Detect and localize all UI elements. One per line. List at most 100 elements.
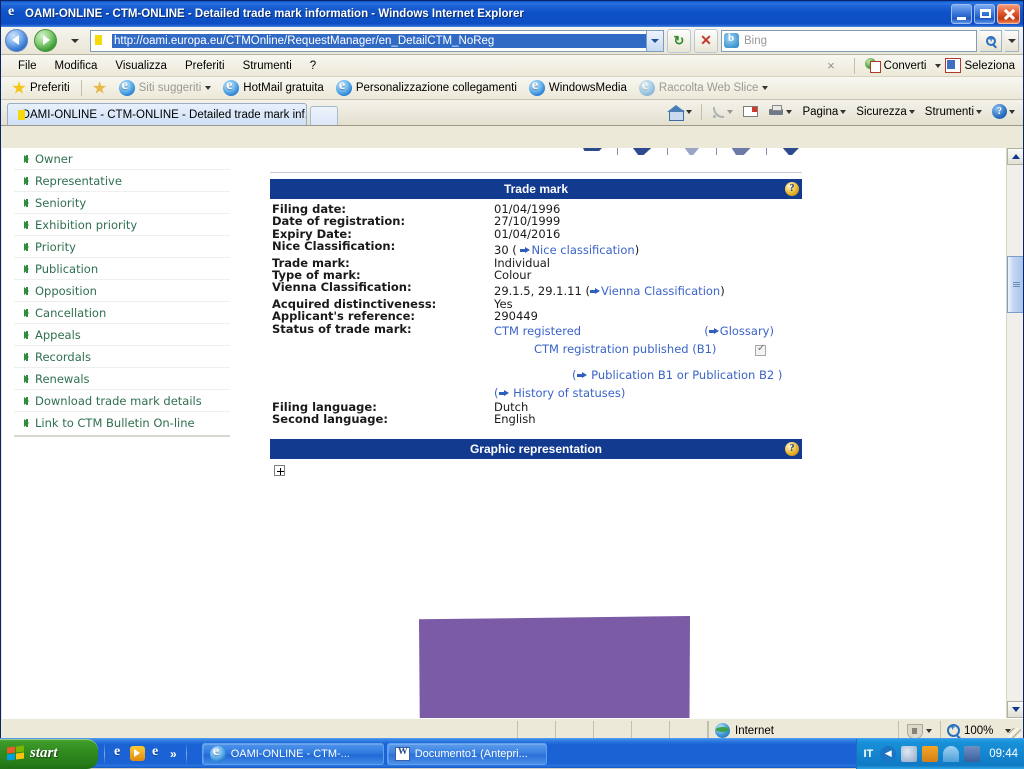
nav-arrow-icon[interactable] (632, 148, 654, 155)
stop-button[interactable]: ✕ (694, 29, 718, 53)
chevron-down-icon[interactable] (686, 110, 692, 114)
home-button[interactable] (664, 103, 696, 121)
sidebar-item-renewals[interactable]: Renewals (14, 368, 230, 390)
chevron-down-icon[interactable] (840, 110, 846, 114)
fav-item-raccolta-web-slice[interactable]: Raccolta Web Slice (634, 79, 774, 97)
vienna-classification-link[interactable]: Vienna Classification (601, 284, 720, 298)
scroll-up-button[interactable] (1007, 148, 1023, 165)
nav-arrow-icon[interactable] (731, 148, 753, 155)
quicklaunch-ie-icon[interactable] (111, 746, 127, 762)
sicurezza-label: Sicurezza (856, 106, 907, 118)
mail-button[interactable] (739, 104, 762, 119)
chevron-down-icon[interactable] (205, 86, 211, 90)
feeds-button[interactable] (707, 103, 737, 121)
pagina-menu[interactable]: Pagina (798, 104, 850, 120)
nav-arrow-icon[interactable] (780, 148, 802, 155)
fav-item-hotmail[interactable]: HotMail gratuita (218, 79, 329, 97)
page-vertical-scrollbar[interactable] (1006, 148, 1023, 718)
search-box[interactable]: b Bing (721, 30, 977, 52)
new-tab-button[interactable] (310, 106, 338, 125)
converti-button[interactable]: Converti (865, 58, 942, 73)
published-checkbox[interactable] (755, 345, 766, 356)
fav-item-windowsmedia[interactable]: WindowsMedia (524, 79, 632, 97)
sicurezza-menu[interactable]: Sicurezza (852, 104, 919, 120)
seleziona-button[interactable]: Seleziona (945, 58, 1015, 73)
forward-button[interactable] (34, 29, 60, 53)
close-button[interactable] (997, 4, 1020, 24)
refresh-button[interactable]: ↻ (667, 29, 691, 53)
menu-item-strumenti[interactable]: Strumenti (234, 58, 301, 74)
nav-arrow-icon[interactable] (582, 148, 604, 155)
chevron-down-icon[interactable] (1009, 110, 1015, 114)
ie-logo-icon (5, 6, 21, 22)
display-icon[interactable] (964, 746, 980, 762)
language-indicator[interactable]: IT (863, 748, 873, 760)
zoom-level: 100% (964, 725, 993, 737)
chevron-down-icon[interactable] (976, 110, 982, 114)
sidebar-item-link-to-ctm-bulletin[interactable]: Link to CTM Bulletin On-line (14, 412, 230, 434)
search-input[interactable]: Bing (744, 35, 767, 47)
chevron-down-icon[interactable] (786, 110, 792, 114)
menu-item-help[interactable]: ? (301, 58, 325, 74)
sidebar-item-appeals[interactable]: Appeals (14, 324, 230, 346)
tab-active[interactable]: OAMI-ONLINE - CTM-ONLINE - Detailed trad… (7, 103, 307, 125)
sidebar-item-opposition[interactable]: Opposition (14, 280, 230, 302)
sidebar-item-exhibition-priority[interactable]: Exhibition priority (14, 214, 230, 236)
publication-link[interactable]: Publication B1 or Publication B2 (591, 368, 774, 382)
expand-image-button[interactable] (274, 465, 285, 476)
search-go-button[interactable] (980, 30, 1002, 52)
menu-item-modifica[interactable]: Modifica (46, 58, 107, 74)
chevron-down-icon[interactable] (727, 110, 733, 114)
sidebar-item-download-trade-mark-details[interactable]: Download trade mark details (14, 390, 230, 412)
search-provider-dropdown[interactable] (1005, 30, 1019, 52)
quicklaunch-overflow-icon[interactable]: » (170, 747, 177, 761)
sidebar-item-seniority[interactable]: Seniority (14, 192, 230, 214)
sidebar-item-owner[interactable]: Owner (14, 148, 230, 170)
taskbar-item-documento1[interactable]: Documento1 (Antepri... (387, 743, 547, 765)
back-button[interactable] (5, 29, 31, 53)
sidebar-item-cancellation[interactable]: Cancellation (14, 302, 230, 324)
scroll-down-button[interactable] (1007, 701, 1023, 718)
fav-item-personalizzazione[interactable]: Personalizzazione collegamenti (331, 79, 522, 97)
print-button[interactable] (764, 103, 796, 120)
url-history-dropdown[interactable] (646, 31, 663, 51)
recent-pages-dropdown[interactable] (63, 29, 87, 53)
help-icon[interactable]: ? (785, 182, 799, 196)
chevron-down-icon[interactable] (935, 64, 941, 68)
help-menu[interactable]: ? (988, 102, 1019, 121)
help-icon[interactable]: ? (785, 442, 799, 456)
taskbar-item-oami[interactable]: OAMI-ONLINE - CTM-... (202, 743, 384, 765)
sidebar-item-priority[interactable]: Priority (14, 236, 230, 258)
start-button[interactable]: start (0, 739, 98, 769)
chevron-down-icon[interactable] (762, 86, 768, 90)
menu-item-preferiti[interactable]: Preferiti (176, 58, 234, 74)
nav-arrow-icon[interactable] (681, 148, 703, 155)
show-desktop-icon[interactable]: ◀ (880, 746, 896, 762)
settings-icon[interactable] (901, 746, 917, 762)
chevron-down-icon[interactable] (909, 110, 915, 114)
url-text[interactable]: http://oami.europa.eu/CTMOnline/RequestM… (112, 34, 646, 48)
history-of-statuses-link[interactable]: History of statuses (513, 386, 621, 400)
url-bar[interactable]: http://oami.europa.eu/CTMOnline/RequestM… (90, 30, 664, 52)
chevron-down-icon[interactable] (926, 729, 932, 733)
menu-item-file[interactable]: File (9, 58, 46, 74)
glossary-link[interactable]: Glossary (720, 324, 770, 338)
glossary-link-wrap: (Glossary) (704, 325, 774, 337)
strumenti-menu[interactable]: Strumenti (921, 104, 986, 120)
sidebar-item-publication[interactable]: Publication (14, 258, 230, 280)
maximize-button[interactable] (974, 4, 995, 24)
add-to-favorites-button[interactable] (88, 80, 112, 96)
quicklaunch-media-player-icon[interactable] (130, 746, 146, 762)
minimize-button[interactable] (951, 4, 972, 24)
quicklaunch-browser-icon[interactable] (149, 746, 165, 762)
clock[interactable]: 09:44 (989, 748, 1018, 760)
java-icon[interactable] (922, 746, 938, 762)
menu-item-visualizza[interactable]: Visualizza (106, 58, 176, 74)
menu-close-x[interactable]: × (818, 56, 844, 75)
favorites-button[interactable]: Preferiti (7, 80, 75, 96)
scrollbar-thumb[interactable] (1007, 256, 1023, 313)
sidebar-item-recordals[interactable]: Recordals (14, 346, 230, 368)
sidebar-item-representative[interactable]: Representative (14, 170, 230, 192)
fav-item-siti-suggeriti[interactable]: Siti suggeriti (114, 79, 217, 97)
network-icon[interactable] (943, 746, 959, 762)
